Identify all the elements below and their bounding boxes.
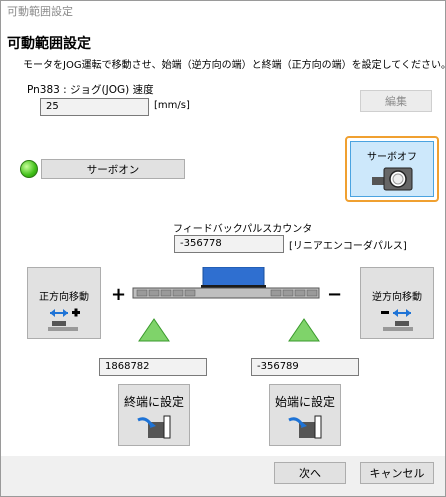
end-position-field: 1868782 [99, 358, 207, 376]
set-end-icon [137, 415, 171, 439]
instruction-text: モータをJOG運転で移動させ、始端（逆方向の端）と終端（正方向の端）を設定してく… [23, 60, 446, 71]
feedback-counter-unit: [リニアエンコーダパルス] [289, 241, 407, 252]
cancel-button[interactable]: キャンセル [360, 462, 434, 484]
jog-speed-unit: [mm/s] [154, 100, 190, 111]
move-forward-icon [48, 308, 80, 331]
set-end-label: 終端に設定 [123, 395, 184, 409]
move-reverse-icon [381, 309, 413, 331]
set-start-label: 始端に設定 [274, 395, 335, 409]
reverse-move-button[interactable]: 逆方向移動 [360, 267, 434, 339]
set-start-button[interactable]: 始端に設定 [269, 384, 341, 446]
forward-move-label: 正方向移動 [39, 292, 89, 303]
jog-speed-field: 25 [40, 98, 149, 116]
reverse-move-label: 逆方向移動 [372, 292, 422, 303]
servo-motor-icon [372, 167, 413, 191]
edit-button[interactable]: 編集 [360, 90, 432, 112]
plus-sign: + [111, 284, 127, 305]
servo-on-button[interactable]: サーボオン [41, 159, 185, 179]
servo-off-label: サーボオフ [367, 152, 417, 163]
servo-status-lamp [20, 160, 38, 178]
window-title: 可動範囲設定 [1, 1, 445, 23]
feedback-counter-field: -356778 [174, 235, 284, 253]
forward-move-button[interactable]: 正方向移動 [27, 267, 101, 339]
dialog-window: 可動範囲設定 可動範囲設定 モータをJOG運転で移動させ、始端（逆方向の端）と終… [0, 0, 446, 497]
servo-off-button[interactable]: サーボオフ [350, 141, 434, 197]
set-end-button[interactable]: 終端に設定 [118, 384, 190, 446]
minus-sign: − [327, 284, 343, 305]
feedback-counter-label: フィードバックパルスカウンタ [173, 224, 313, 235]
servo-off-highlight: サーボオフ [345, 136, 439, 202]
page-title: 可動範囲設定 [7, 36, 91, 52]
linear-stage-icon [132, 267, 320, 342]
start-position-field: -356789 [251, 358, 359, 376]
next-button[interactable]: 次へ [274, 462, 346, 484]
button-bar: 次へ キャンセル [1, 456, 445, 496]
jog-speed-label: Pn383 : ジョグ(JOG) 速度 [27, 84, 154, 96]
set-start-icon [288, 415, 322, 439]
